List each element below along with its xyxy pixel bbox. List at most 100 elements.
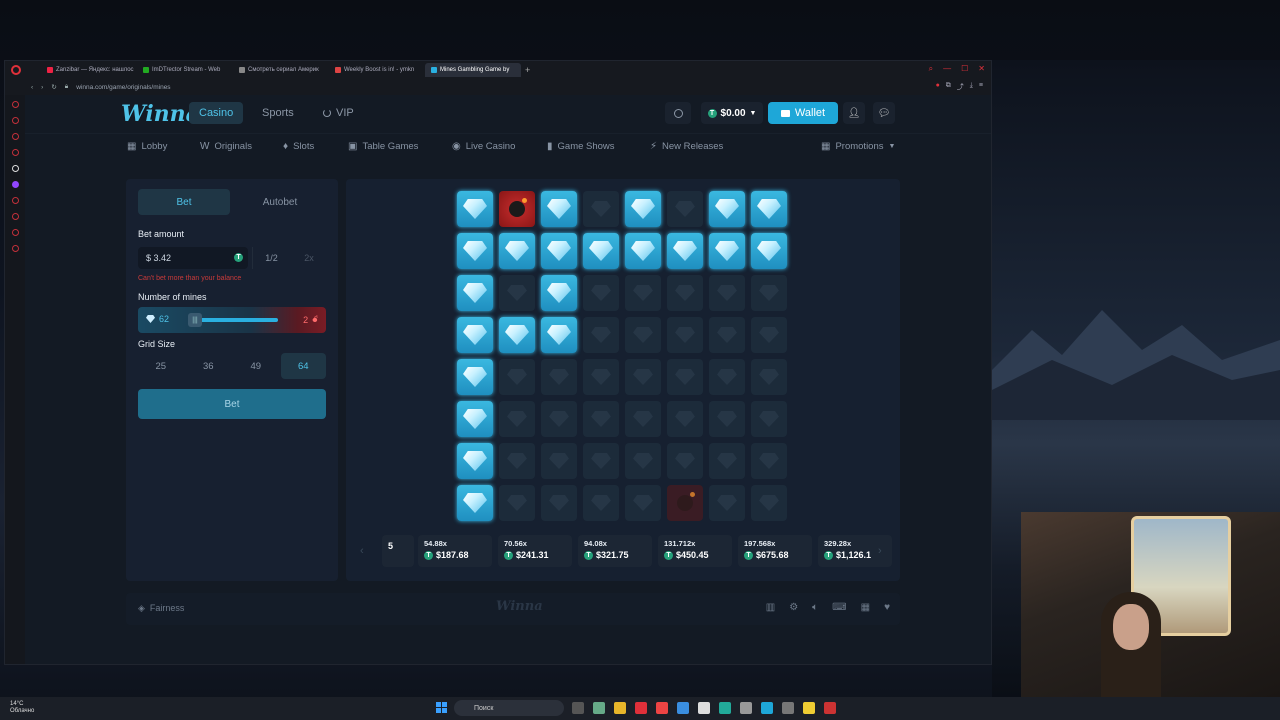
- browser-tab[interactable]: Смотреть сериал Америк: [233, 63, 329, 77]
- subnav-game-shows[interactable]: ▮ Game Shows: [547, 141, 615, 152]
- stats-icon[interactable]: ▥: [766, 602, 775, 613]
- half-bet-button[interactable]: 1/2: [252, 247, 290, 269]
- twitch-icon[interactable]: [11, 181, 19, 188]
- mine-tile-hidden[interactable]: [667, 317, 703, 353]
- bet-button[interactable]: Bet: [138, 389, 326, 419]
- mine-tile-hidden[interactable]: [709, 317, 745, 353]
- app-icon[interactable]: [593, 702, 605, 714]
- mine-tile-hidden[interactable]: [583, 443, 619, 479]
- fairness-link[interactable]: ◈ Fairness: [138, 603, 184, 614]
- start-button[interactable]: [436, 702, 447, 713]
- nav-casino[interactable]: Casino: [189, 102, 244, 124]
- mine-tile-hidden[interactable]: [751, 443, 787, 479]
- url-field[interactable]: winna.com/game/originals/mines: [76, 84, 170, 91]
- sidebar-app-icon[interactable]: [11, 149, 19, 156]
- mine-tile-gem[interactable]: [457, 317, 493, 353]
- subnav-new-releases[interactable]: ⚡︎ New Releases: [650, 141, 723, 152]
- double-bet-button[interactable]: 2x: [290, 247, 328, 269]
- mine-tile-gem[interactable]: [625, 233, 661, 269]
- subnav-slots[interactable]: ♦ Slots: [283, 141, 314, 152]
- mine-tile-hidden[interactable]: [583, 359, 619, 395]
- layout-icon[interactable]: ▦: [861, 602, 870, 613]
- mine-tile-hidden[interactable]: [583, 317, 619, 353]
- subnav-lobby[interactable]: ▦ Lobby: [127, 141, 167, 152]
- weather-widget[interactable]: 14°C Облачно: [10, 701, 34, 715]
- mine-tile-bomb-dim[interactable]: [667, 485, 703, 521]
- mine-tile-bomb[interactable]: [499, 191, 535, 227]
- favorite-icon[interactable]: ♥: [884, 602, 890, 613]
- mine-tile-gem[interactable]: [499, 317, 535, 353]
- app-icon[interactable]: [677, 702, 689, 714]
- nav-vip[interactable]: VIP: [313, 102, 364, 124]
- nav-sports[interactable]: Sports: [252, 102, 304, 124]
- sidebar-app-icon[interactable]: [11, 165, 19, 172]
- mine-tile-hidden[interactable]: [709, 275, 745, 311]
- app-icon[interactable]: [803, 702, 815, 714]
- mine-tile-hidden[interactable]: [667, 443, 703, 479]
- settings-icon[interactable]: ⚙︎: [789, 602, 798, 613]
- browser-tab[interactable]: Weekly Boost is in! - ymkn: [329, 63, 425, 77]
- mine-tile-hidden[interactable]: [751, 485, 787, 521]
- mine-tile-gem[interactable]: [541, 317, 577, 353]
- mine-tile-gem[interactable]: [709, 191, 745, 227]
- task-view-icon[interactable]: [572, 702, 584, 714]
- mine-tile-gem[interactable]: [541, 191, 577, 227]
- mine-tile-hidden[interactable]: [583, 485, 619, 521]
- mine-tile-gem[interactable]: [457, 485, 493, 521]
- sidebar-app-icon[interactable]: [11, 229, 19, 236]
- mine-tile-gem[interactable]: [457, 359, 493, 395]
- mine-tile-hidden[interactable]: [625, 401, 661, 437]
- profile-button[interactable]: 👤︎: [843, 102, 865, 124]
- subnav-originals[interactable]: W Originals: [200, 141, 252, 152]
- minimize-button[interactable]: —: [943, 64, 951, 74]
- opera-logo-icon[interactable]: [11, 65, 21, 75]
- mine-tile-gem[interactable]: [457, 233, 493, 269]
- mine-tile-hidden[interactable]: [751, 359, 787, 395]
- mine-tile-gem[interactable]: [751, 191, 787, 227]
- balance-selector[interactable]: T $0.00 ▼: [701, 102, 763, 124]
- mine-tile-gem[interactable]: [709, 233, 745, 269]
- mine-tile-hidden[interactable]: [751, 401, 787, 437]
- subnav-promotions[interactable]: ▦ Promotions ▼: [821, 141, 895, 152]
- new-tab-button[interactable]: +: [525, 65, 530, 75]
- browser-tab[interactable]: ImDTrector Stream - Web: [137, 63, 233, 77]
- chat-button[interactable]: 💬︎: [873, 102, 895, 124]
- mine-tile-hidden[interactable]: [667, 401, 703, 437]
- mine-tile-hidden[interactable]: [541, 443, 577, 479]
- app-icon[interactable]: [719, 702, 731, 714]
- mine-tile-gem[interactable]: [751, 233, 787, 269]
- mine-tile-hidden[interactable]: [499, 359, 535, 395]
- taskbar-search[interactable]: Поиск: [454, 700, 564, 716]
- mine-tile-hidden[interactable]: [709, 485, 745, 521]
- app-icon[interactable]: [782, 702, 794, 714]
- mine-tile-hidden[interactable]: [751, 275, 787, 311]
- forward-icon[interactable]: ›: [41, 84, 43, 91]
- reload-icon[interactable]: ↻: [51, 83, 56, 91]
- settings-icon[interactable]: [11, 245, 19, 252]
- mine-tile-hidden[interactable]: [751, 317, 787, 353]
- mine-tile-gem[interactable]: [457, 191, 493, 227]
- mine-tile-hidden[interactable]: [499, 485, 535, 521]
- app-icon[interactable]: [761, 702, 773, 714]
- sound-icon[interactable]: 🔈︎: [812, 602, 818, 613]
- mine-tile-gem[interactable]: [541, 233, 577, 269]
- keyboard-icon[interactable]: ⌨︎: [832, 602, 846, 613]
- mine-tile-gem[interactable]: [457, 443, 493, 479]
- explorer-icon[interactable]: [614, 702, 626, 714]
- next-arrow-icon[interactable]: ›: [878, 545, 882, 557]
- subnav-live-casino[interactable]: ◉ Live Casino: [452, 141, 515, 152]
- yandex-icon[interactable]: [656, 702, 668, 714]
- grid-size-option[interactable]: 25: [138, 353, 184, 379]
- search-button[interactable]: [665, 102, 691, 124]
- mine-tile-gem[interactable]: [583, 233, 619, 269]
- wallet-button[interactable]: Wallet: [768, 102, 838, 124]
- browser-tab-active[interactable]: Mines Gambling Game by: [425, 63, 521, 77]
- settings-icon[interactable]: [740, 702, 752, 714]
- slider-thumb[interactable]: |||: [188, 313, 202, 327]
- browser-tab[interactable]: Zanzibar — Яндекс: нашлос: [41, 63, 137, 77]
- app-icon[interactable]: [824, 702, 836, 714]
- mine-tile-gem[interactable]: [667, 233, 703, 269]
- tab-autobet[interactable]: Autobet: [234, 189, 326, 215]
- sidebar-app-icon[interactable]: [11, 101, 19, 108]
- mine-tile-gem[interactable]: [457, 401, 493, 437]
